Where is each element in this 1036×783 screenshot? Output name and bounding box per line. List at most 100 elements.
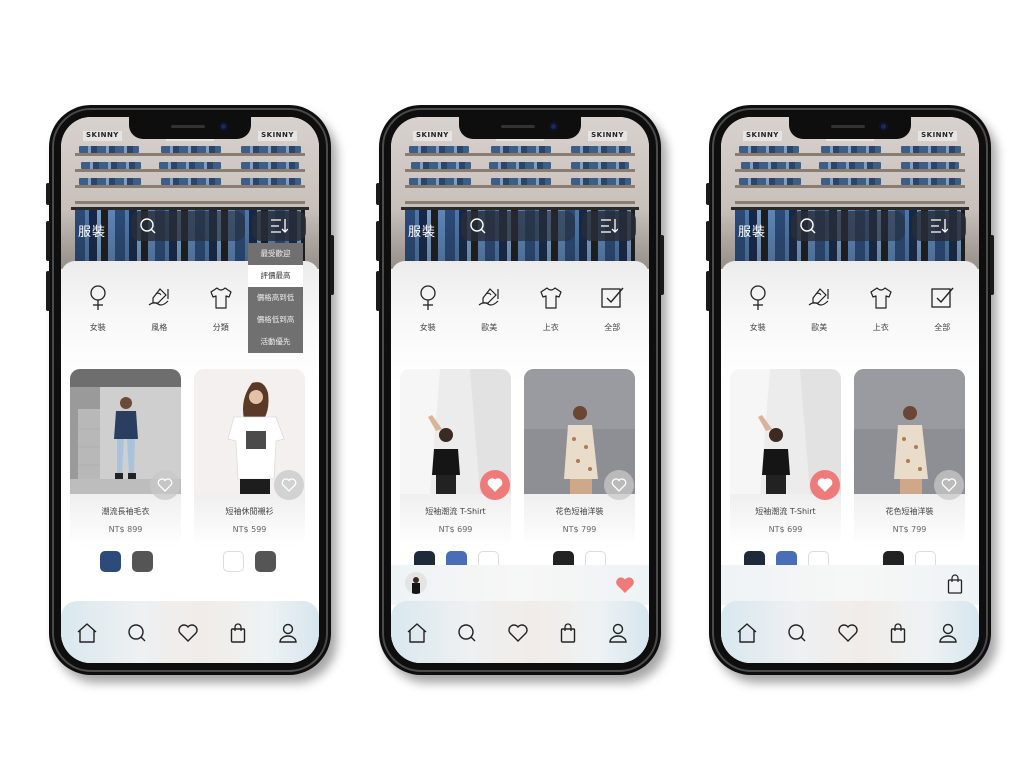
sort-option[interactable]: 活動優先 bbox=[248, 331, 303, 353]
app-screen: SKINNY JEGGINGS SKINNY 服裝 女裝 風格 bbox=[61, 117, 319, 663]
tshirt-icon bbox=[210, 287, 232, 309]
sort-icon bbox=[601, 219, 618, 233]
category-tops[interactable]: 上衣 bbox=[524, 277, 578, 337]
category-label: 女裝 bbox=[89, 323, 106, 332]
user-icon[interactable] bbox=[279, 623, 297, 643]
category-label: 女裝 bbox=[749, 323, 766, 332]
color-swatch[interactable] bbox=[255, 551, 276, 572]
category-label: 上衣 bbox=[872, 323, 889, 332]
color-swatch[interactable] bbox=[100, 551, 121, 572]
heart-icon[interactable] bbox=[507, 623, 529, 643]
category-western[interactable]: 歐美 bbox=[462, 277, 516, 337]
product-name: 花色短袖洋裝 bbox=[555, 507, 604, 516]
heart-icon bbox=[611, 478, 627, 492]
category-type[interactable]: 分類 bbox=[194, 277, 248, 337]
search-bar[interactable] bbox=[461, 211, 575, 241]
cart-bar[interactable] bbox=[721, 565, 979, 605]
sort-button[interactable] bbox=[252, 211, 306, 241]
favorite-button[interactable] bbox=[810, 470, 840, 500]
shopping-bag-icon[interactable] bbox=[947, 574, 963, 594]
bag-icon[interactable] bbox=[560, 623, 576, 643]
product-card[interactable]: 潮流長袖毛衣 NT$ 899 bbox=[70, 369, 181, 547]
app-screen: SKINNY JEGGINGS SKINNY 服裝 女裝 歐美 bbox=[721, 117, 979, 663]
search-icon[interactable] bbox=[457, 623, 477, 643]
product-name: 短袖潮流 T-Shirt bbox=[755, 507, 816, 516]
search-icon[interactable] bbox=[127, 623, 147, 643]
store-sign: SKINNY bbox=[743, 131, 782, 141]
phone-mockup-1: SKINNY JEGGINGS SKINNY 服裝 女裝 風格 bbox=[46, 105, 334, 675]
bag-icon[interactable] bbox=[890, 623, 906, 643]
style-sketch-icon bbox=[148, 288, 169, 306]
search-icon bbox=[800, 218, 816, 234]
sort-button[interactable] bbox=[582, 211, 636, 241]
product-card[interactable]: 花色短袖洋裝 NT$ 799 bbox=[524, 369, 635, 547]
search-icon bbox=[470, 218, 486, 234]
category-all[interactable]: 全部 bbox=[585, 277, 639, 337]
category-women[interactable]: 女裝 bbox=[71, 277, 125, 337]
search-bar[interactable] bbox=[131, 211, 245, 241]
page-title: 服裝 bbox=[408, 225, 437, 240]
product-price: NT$ 899 bbox=[108, 525, 143, 534]
category-women[interactable]: 女裝 bbox=[401, 277, 455, 337]
store-sign: SKINNY bbox=[588, 131, 627, 141]
category-tops[interactable]: 上衣 bbox=[854, 277, 908, 337]
favorite-button[interactable] bbox=[934, 470, 964, 500]
product-price: NT$ 699 bbox=[438, 525, 473, 534]
product-card[interactable]: 短袖潮流 T-Shirt NT$ 699 bbox=[400, 369, 511, 547]
heart-icon bbox=[941, 478, 957, 492]
tshirt-icon bbox=[540, 287, 562, 309]
category-all[interactable]: 全部 bbox=[915, 277, 969, 337]
home-icon[interactable] bbox=[406, 623, 428, 643]
product-price: NT$ 799 bbox=[892, 525, 927, 534]
sort-option-selected[interactable]: 評價最高 bbox=[248, 265, 303, 287]
favorites-bar[interactable] bbox=[391, 565, 649, 605]
favorite-button[interactable] bbox=[274, 470, 304, 500]
phone-notch bbox=[789, 117, 911, 139]
heart-icon[interactable] bbox=[177, 623, 199, 643]
sort-option[interactable]: 價格低到高 bbox=[248, 309, 303, 331]
category-label: 上衣 bbox=[542, 323, 559, 332]
favorite-button[interactable] bbox=[480, 470, 510, 500]
category-western[interactable]: 歐美 bbox=[792, 277, 846, 337]
favorite-button[interactable] bbox=[604, 470, 634, 500]
product-card[interactable]: 短袖休閒襯衫 NT$ 599 bbox=[194, 369, 305, 547]
bottom-tab-bar bbox=[391, 601, 649, 663]
search-icon[interactable] bbox=[787, 623, 807, 643]
store-sign: SKINNY bbox=[258, 131, 297, 141]
sort-button[interactable] bbox=[912, 211, 966, 241]
user-icon[interactable] bbox=[609, 623, 627, 643]
sort-option[interactable]: 價格高到低 bbox=[248, 287, 303, 309]
product-price: NT$ 799 bbox=[562, 525, 597, 534]
heart-icon[interactable] bbox=[837, 623, 859, 643]
category-women[interactable]: 女裝 bbox=[731, 277, 785, 337]
product-card[interactable]: 短袖潮流 T-Shirt NT$ 699 bbox=[730, 369, 841, 547]
color-swatch[interactable] bbox=[132, 551, 153, 572]
category-style[interactable]: 風格 bbox=[132, 277, 186, 337]
sort-dropdown-menu: 最受歡迎 評價最高 價格高到低 價格低到高 活動優先 bbox=[248, 243, 303, 353]
product-card[interactable]: 花色短袖洋裝 NT$ 799 bbox=[854, 369, 965, 547]
phone-notch bbox=[459, 117, 581, 139]
heart-icon bbox=[487, 478, 503, 492]
category-label: 風格 bbox=[151, 323, 168, 332]
sort-icon bbox=[271, 219, 288, 233]
search-bar[interactable] bbox=[791, 211, 905, 241]
phone-mockup-3: SKINNY JEGGINGS SKINNY 服裝 女裝 歐美 bbox=[706, 105, 994, 675]
tshirt-icon bbox=[870, 287, 892, 309]
category-row: 女裝 歐美 上衣 全部 bbox=[727, 277, 973, 337]
product-name: 短袖潮流 T-Shirt bbox=[425, 507, 486, 516]
user-icon[interactable] bbox=[939, 623, 957, 643]
home-icon[interactable] bbox=[736, 623, 758, 643]
heart-icon bbox=[157, 478, 173, 492]
app-screen: SKINNY JEGGINGS SKINNY 服裝 女裝 歐美 bbox=[391, 117, 649, 663]
heart-filled-icon[interactable] bbox=[615, 576, 635, 594]
search-icon bbox=[140, 218, 156, 234]
home-icon[interactable] bbox=[76, 623, 98, 643]
phone-mockup-2: SKINNY JEGGINGS SKINNY 服裝 女裝 歐美 bbox=[376, 105, 664, 675]
color-swatch[interactable] bbox=[223, 551, 244, 572]
sort-option[interactable]: 最受歡迎 bbox=[248, 243, 303, 265]
heart-icon bbox=[817, 478, 833, 492]
favorite-button[interactable] bbox=[150, 470, 180, 500]
female-symbol-icon bbox=[90, 285, 106, 310]
style-sketch-icon bbox=[808, 288, 829, 306]
bag-icon[interactable] bbox=[230, 623, 246, 643]
